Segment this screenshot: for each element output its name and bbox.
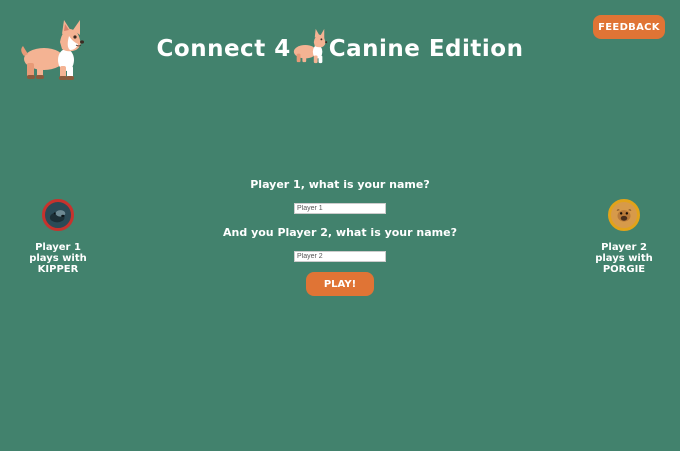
title-text-left: Connect 4 bbox=[156, 36, 291, 62]
corgi-title-icon bbox=[293, 28, 327, 63]
play-button[interactable]: PLAY! bbox=[306, 272, 374, 296]
player-name-form: Player 1, what is your name? And you Pla… bbox=[0, 178, 680, 296]
player-2-question: And you Player 2, what is your name? bbox=[223, 226, 457, 239]
page-title: Connect 4 Canine Edition bbox=[0, 28, 680, 66]
feedback-button[interactable]: FEEDBACK bbox=[593, 15, 665, 39]
player-1-name-input[interactable] bbox=[294, 203, 386, 214]
player-1-question: Player 1, what is your name? bbox=[250, 178, 430, 191]
player-2-name-input[interactable] bbox=[294, 251, 386, 262]
game-setup-screen: Connect 4 Canine Edition FEEDBACK Player… bbox=[0, 0, 680, 451]
title-text-right: Canine Edition bbox=[328, 36, 524, 62]
